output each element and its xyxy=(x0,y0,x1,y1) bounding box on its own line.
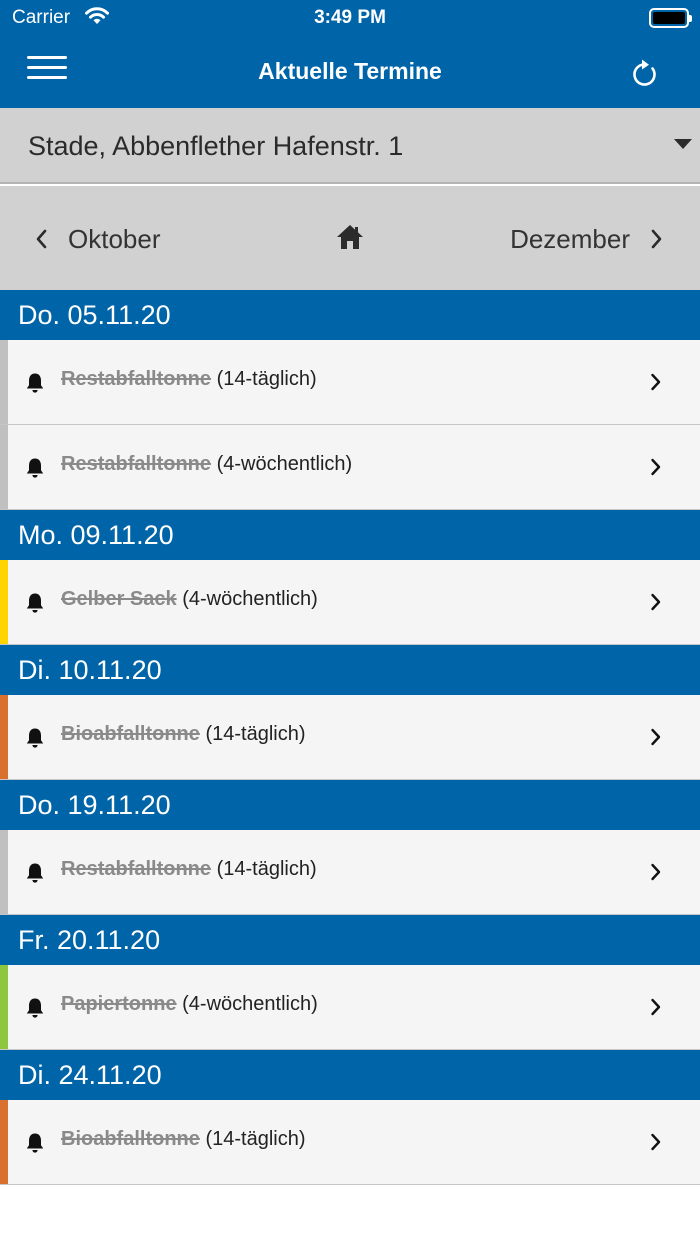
next-month-button[interactable]: Dezember xyxy=(510,222,664,256)
date-header: Do. 05.11.20 xyxy=(0,290,700,340)
appointment-item[interactable]: Restabfalltonne (14-täglich) xyxy=(0,830,700,915)
collection-frequency: (14-täglich) xyxy=(216,368,317,390)
waste-type-name: Papiertonne xyxy=(61,993,177,1015)
appointment-list: Do. 05.11.20 Restabfalltonne (14-täglich)… xyxy=(0,290,700,1185)
waste-type-color-stripe xyxy=(0,965,8,1049)
date-header: Do. 19.11.20 xyxy=(0,780,700,830)
chevron-right-icon xyxy=(649,726,663,748)
date-header: Di. 10.11.20 xyxy=(0,645,700,695)
status-bar: Carrier 3:49 PM xyxy=(0,0,700,36)
previous-month-label: Oktober xyxy=(68,223,161,254)
appointment-text: Papiertonne (4-wöchentlich) xyxy=(61,993,318,1016)
chevron-right-icon xyxy=(651,229,662,249)
collection-frequency: (14-täglich) xyxy=(205,1128,306,1150)
collection-frequency: (4-wöchentlich) xyxy=(182,588,318,610)
appointment-item[interactable]: Restabfalltonne (4-wöchentlich) xyxy=(0,425,700,510)
chevron-right-icon xyxy=(649,861,663,883)
appointment-item[interactable]: Gelber Sack (4-wöchentlich) xyxy=(0,560,700,645)
waste-type-name: Bioabfalltonne xyxy=(61,1128,200,1150)
bell-icon[interactable] xyxy=(25,592,45,614)
bell-icon[interactable] xyxy=(25,997,45,1019)
waste-type-name: Bioabfalltonne xyxy=(61,723,200,745)
bell-icon[interactable] xyxy=(25,1132,45,1154)
waste-type-name: Restabfalltonne xyxy=(61,453,212,475)
waste-type-name: Restabfalltonne xyxy=(61,858,212,880)
month-navigation: Oktober Dezember xyxy=(0,186,700,290)
waste-type-color-stripe xyxy=(0,560,8,644)
appointment-item[interactable]: Bioabfalltonne (14-täglich) xyxy=(0,1100,700,1185)
waste-type-color-stripe xyxy=(0,695,8,779)
dropdown-caret-icon xyxy=(674,139,692,149)
bell-icon[interactable] xyxy=(25,862,45,884)
bell-icon[interactable] xyxy=(25,457,45,479)
chevron-right-icon xyxy=(649,1131,663,1153)
appointment-text: Restabfalltonne (4-wöchentlich) xyxy=(61,453,352,476)
appointment-item[interactable]: Restabfalltonne (14-täglich) xyxy=(0,340,700,425)
appointment-text: Restabfalltonne (14-täglich) xyxy=(61,368,317,391)
date-header: Di. 24.11.20 xyxy=(0,1050,700,1100)
collection-frequency: (14-täglich) xyxy=(216,858,317,880)
chevron-left-icon xyxy=(36,229,47,249)
waste-type-color-stripe xyxy=(0,425,8,509)
chevron-right-icon xyxy=(649,456,663,478)
waste-type-color-stripe xyxy=(0,1100,8,1184)
refresh-icon[interactable] xyxy=(628,56,660,90)
appointment-text: Gelber Sack (4-wöchentlich) xyxy=(61,588,318,611)
navigation-bar: Aktuelle Termine xyxy=(0,36,700,108)
appointment-item[interactable]: Bioabfalltonne (14-täglich) xyxy=(0,695,700,780)
chevron-right-icon xyxy=(649,371,663,393)
home-icon[interactable] xyxy=(336,224,364,250)
location-selector[interactable]: Stade, Abbenflether Hafenstr. 1 xyxy=(0,108,700,184)
date-header: Fr. 20.11.20 xyxy=(0,915,700,965)
appointment-item[interactable]: Papiertonne (4-wöchentlich) xyxy=(0,965,700,1050)
collection-frequency: (4-wöchentlich) xyxy=(216,453,353,475)
bell-icon[interactable] xyxy=(25,727,45,749)
appointment-text: Restabfalltonne (14-täglich) xyxy=(61,858,317,881)
collection-frequency: (4-wöchentlich) xyxy=(182,993,318,1015)
location-label: Stade, Abbenflether Hafenstr. 1 xyxy=(28,131,404,161)
chevron-right-icon xyxy=(649,996,663,1018)
page-title: Aktuelle Termine xyxy=(258,58,442,84)
date-header: Mo. 09.11.20 xyxy=(0,510,700,560)
waste-type-name: Gelber Sack xyxy=(61,588,177,610)
appointment-text: Bioabfalltonne (14-täglich) xyxy=(61,1128,306,1151)
bell-icon[interactable] xyxy=(25,372,45,394)
next-month-label: Dezember xyxy=(510,223,630,254)
appointment-text: Bioabfalltonne (14-täglich) xyxy=(61,723,306,746)
waste-type-color-stripe xyxy=(0,340,8,424)
previous-month-button[interactable]: Oktober xyxy=(34,222,161,256)
battery-icon xyxy=(649,8,692,28)
status-time: 3:49 PM xyxy=(314,7,386,28)
waste-type-color-stripe xyxy=(0,830,8,914)
waste-type-name: Restabfalltonne xyxy=(61,368,212,390)
chevron-right-icon xyxy=(649,591,663,613)
collection-frequency: (14-täglich) xyxy=(205,723,306,745)
